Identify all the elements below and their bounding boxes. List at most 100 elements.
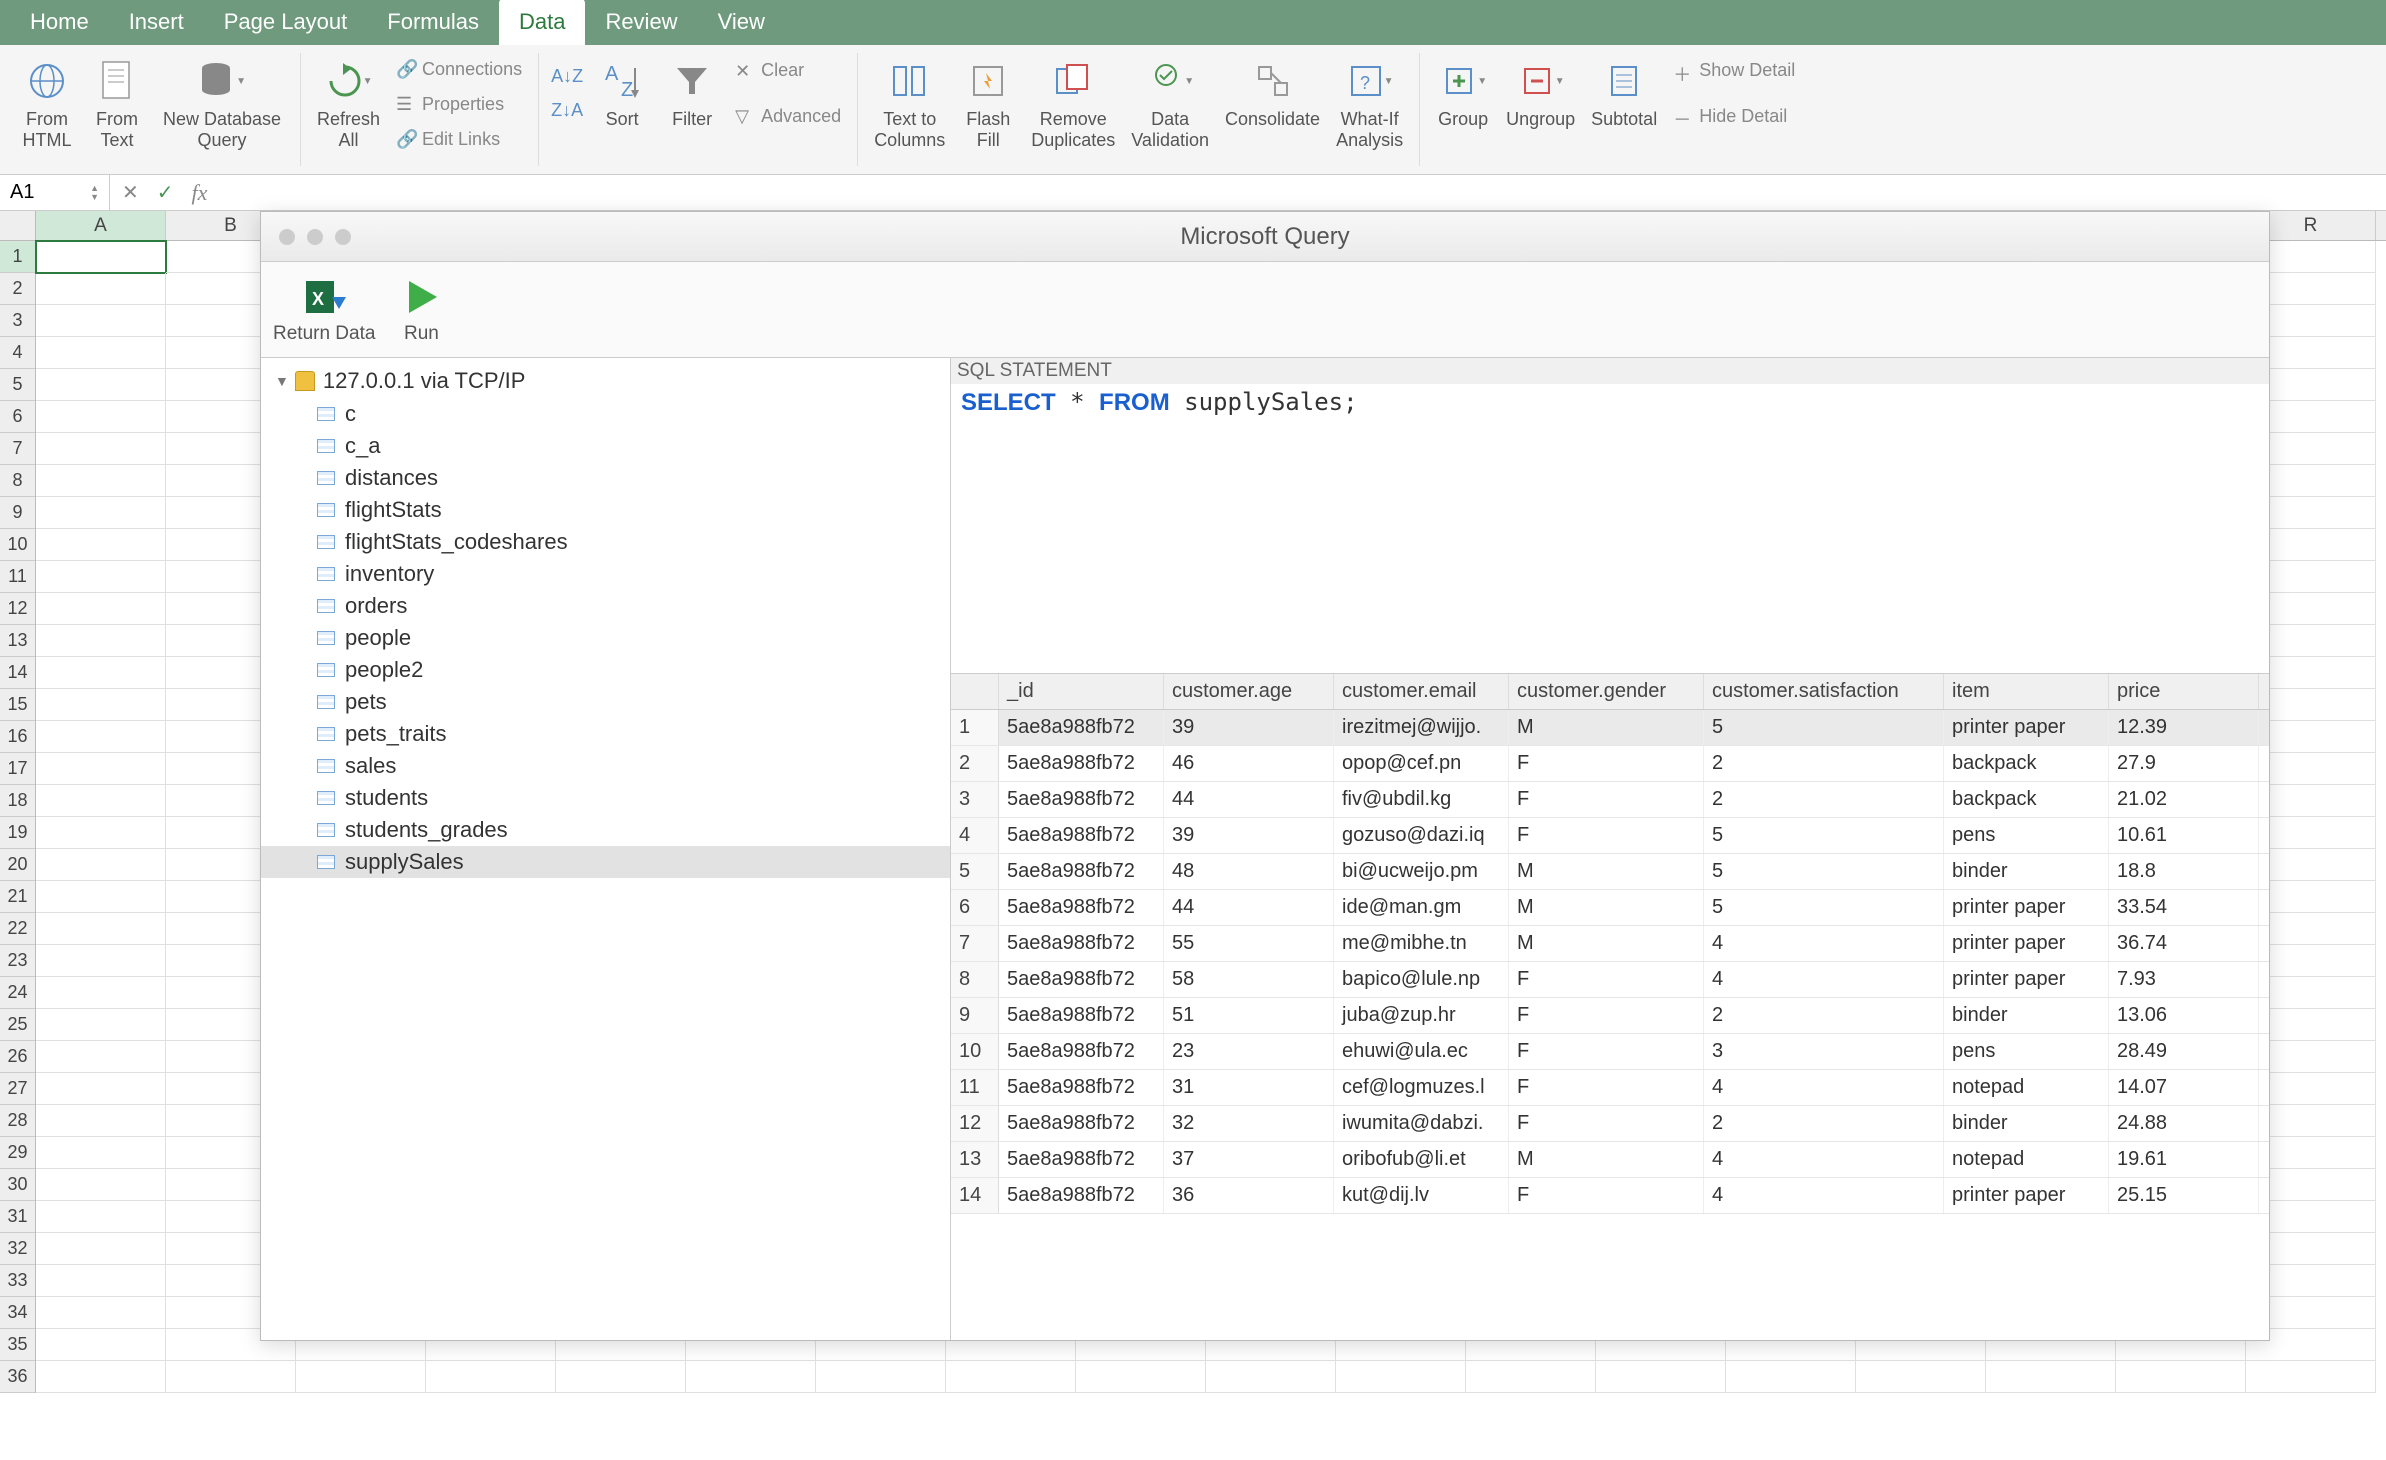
- cell-A34[interactable]: [36, 1297, 166, 1329]
- tab-home[interactable]: Home: [10, 0, 109, 45]
- cell-B36[interactable]: [166, 1361, 296, 1393]
- row-header-33[interactable]: 33: [0, 1265, 35, 1297]
- connections-button[interactable]: 🔗Connections: [388, 55, 530, 84]
- col-header-age[interactable]: customer.age: [1164, 674, 1334, 709]
- sort-button[interactable]: AZ Sort: [587, 53, 657, 134]
- cell-A30[interactable]: [36, 1169, 166, 1201]
- sort-desc-icon[interactable]: Z↓A: [551, 100, 583, 121]
- col-header-item[interactable]: item: [1944, 674, 2109, 709]
- row-header-22[interactable]: 22: [0, 913, 35, 945]
- consolidate-button[interactable]: Consolidate: [1217, 53, 1328, 155]
- col-header-gender[interactable]: customer.gender: [1509, 674, 1704, 709]
- row-header-9[interactable]: 9: [0, 497, 35, 529]
- zoom-window-icon[interactable]: [335, 229, 351, 245]
- cell-A32[interactable]: [36, 1233, 166, 1265]
- row-header-11[interactable]: 11: [0, 561, 35, 593]
- result-row[interactable]: 115ae8a988fb7231cef@logmuzes.lF4notepad1…: [951, 1070, 2269, 1106]
- refresh-all-button[interactable]: ▼ Refresh All: [309, 53, 388, 155]
- row-header-31[interactable]: 31: [0, 1201, 35, 1233]
- filter-button[interactable]: Filter: [657, 53, 727, 134]
- new-db-query-button[interactable]: ▼ New Database Query: [152, 53, 292, 155]
- cell-N36[interactable]: [1726, 1361, 1856, 1393]
- cell-A21[interactable]: [36, 881, 166, 913]
- cell-C36[interactable]: [296, 1361, 426, 1393]
- row-header-16[interactable]: 16: [0, 721, 35, 753]
- edit-links-button[interactable]: 🔗Edit Links: [388, 125, 530, 154]
- tab-review[interactable]: Review: [585, 0, 697, 45]
- from-html-button[interactable]: From HTML: [12, 53, 82, 155]
- cell-A29[interactable]: [36, 1137, 166, 1169]
- cell-A25[interactable]: [36, 1009, 166, 1041]
- row-header-18[interactable]: 18: [0, 785, 35, 817]
- cell-A36[interactable]: [36, 1361, 166, 1393]
- row-header-23[interactable]: 23: [0, 945, 35, 977]
- tab-formulas[interactable]: Formulas: [367, 0, 499, 45]
- cell-A15[interactable]: [36, 689, 166, 721]
- cell-A31[interactable]: [36, 1201, 166, 1233]
- row-header-30[interactable]: 30: [0, 1169, 35, 1201]
- result-row[interactable]: 95ae8a988fb7251juba@zup.hrF2binder13.06: [951, 998, 2269, 1034]
- table-node-people2[interactable]: people2: [261, 654, 950, 686]
- flash-fill-button[interactable]: Flash Fill: [953, 53, 1023, 155]
- row-header-34[interactable]: 34: [0, 1297, 35, 1329]
- close-window-icon[interactable]: [279, 229, 295, 245]
- cell-A28[interactable]: [36, 1105, 166, 1137]
- col-header-email[interactable]: customer.email: [1334, 674, 1509, 709]
- tab-page-layout[interactable]: Page Layout: [204, 0, 368, 45]
- cell-E36[interactable]: [556, 1361, 686, 1393]
- cell-O36[interactable]: [1856, 1361, 1986, 1393]
- table-node-c_a[interactable]: c_a: [261, 430, 950, 462]
- row-header-1[interactable]: 1: [0, 241, 35, 273]
- result-row[interactable]: 55ae8a988fb7248bi@ucweijo.pmM5binder18.8: [951, 854, 2269, 890]
- row-header-7[interactable]: 7: [0, 433, 35, 465]
- cell-A13[interactable]: [36, 625, 166, 657]
- row-header-14[interactable]: 14: [0, 657, 35, 689]
- result-row[interactable]: 15ae8a988fb7239irezitmej@wijjo.M5printer…: [951, 710, 2269, 746]
- cell-R36[interactable]: [2246, 1361, 2376, 1393]
- clear-button[interactable]: ✕Clear: [727, 56, 849, 85]
- sql-editor[interactable]: SELECT * FROM supplySales;: [951, 384, 2269, 674]
- table-node-inventory[interactable]: inventory: [261, 558, 950, 590]
- cell-L36[interactable]: [1466, 1361, 1596, 1393]
- row-header-17[interactable]: 17: [0, 753, 35, 785]
- table-node-pets[interactable]: pets: [261, 686, 950, 718]
- row-header-8[interactable]: 8: [0, 465, 35, 497]
- cell-A27[interactable]: [36, 1073, 166, 1105]
- table-node-sales[interactable]: sales: [261, 750, 950, 782]
- col-header-id[interactable]: _id: [999, 674, 1164, 709]
- result-row[interactable]: 65ae8a988fb7244ide@man.gmM5printer paper…: [951, 890, 2269, 926]
- cell-A3[interactable]: [36, 305, 166, 337]
- cell-M36[interactable]: [1596, 1361, 1726, 1393]
- table-node-flightStats[interactable]: flightStats: [261, 494, 950, 526]
- result-row[interactable]: 25ae8a988fb7246opop@cef.pnF2backpack27.9: [951, 746, 2269, 782]
- result-row[interactable]: 135ae8a988fb7237oribofub@li.etM4notepad1…: [951, 1142, 2269, 1178]
- result-row[interactable]: 145ae8a988fb7236kut@dij.lvF4printer pape…: [951, 1178, 2269, 1214]
- formula-input[interactable]: [219, 181, 2386, 204]
- row-header-28[interactable]: 28: [0, 1105, 35, 1137]
- table-node-distances[interactable]: distances: [261, 462, 950, 494]
- row-header-6[interactable]: 6: [0, 401, 35, 433]
- col-header-satisfaction[interactable]: customer.satisfaction: [1704, 674, 1944, 709]
- cell-D36[interactable]: [426, 1361, 556, 1393]
- remove-duplicates-button[interactable]: Remove Duplicates: [1023, 53, 1123, 155]
- row-header-32[interactable]: 32: [0, 1233, 35, 1265]
- col-header-price[interactable]: price: [2109, 674, 2259, 709]
- table-node-supplySales[interactable]: supplySales: [261, 846, 950, 878]
- cell-A14[interactable]: [36, 657, 166, 689]
- result-row[interactable]: 35ae8a988fb7244fiv@ubdil.kgF2backpack21.…: [951, 782, 2269, 818]
- table-node-flightStats_codeshares[interactable]: flightStats_codeshares: [261, 526, 950, 558]
- cell-A9[interactable]: [36, 497, 166, 529]
- name-box[interactable]: A1 ▲▼: [0, 175, 110, 210]
- properties-button[interactable]: ☰Properties: [388, 90, 530, 119]
- table-node-orders[interactable]: orders: [261, 590, 950, 622]
- db-connection-node[interactable]: ▼ 127.0.0.1 via TCP/IP: [261, 364, 950, 398]
- ungroup-button[interactable]: ▼Ungroup: [1498, 53, 1583, 134]
- cell-A26[interactable]: [36, 1041, 166, 1073]
- cell-A24[interactable]: [36, 977, 166, 1009]
- cell-K36[interactable]: [1336, 1361, 1466, 1393]
- row-header-10[interactable]: 10: [0, 529, 35, 561]
- row-header-20[interactable]: 20: [0, 849, 35, 881]
- result-grid[interactable]: _id customer.age customer.email customer…: [951, 674, 2269, 1340]
- row-header-21[interactable]: 21: [0, 881, 35, 913]
- row-header-26[interactable]: 26: [0, 1041, 35, 1073]
